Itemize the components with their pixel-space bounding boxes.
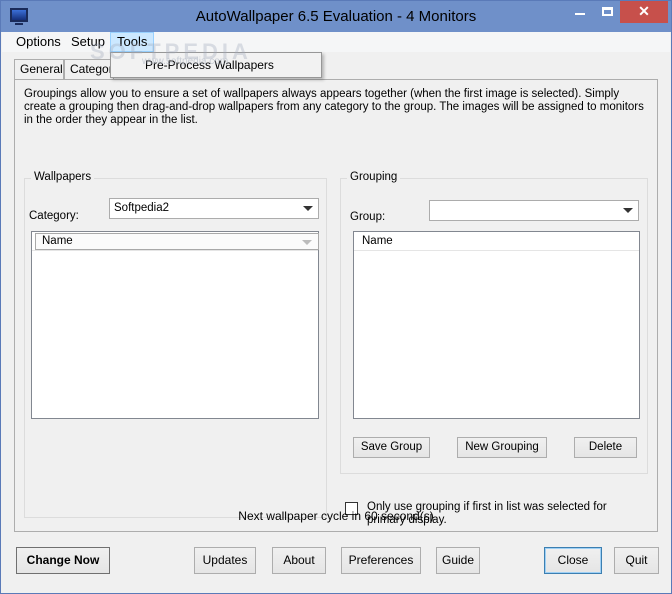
menu-item-pre-process-wallpapers[interactable]: Pre-Process Wallpapers	[145, 58, 274, 72]
wallpapers-name-column-label: Name	[42, 235, 73, 247]
guide-button[interactable]: Guide	[436, 547, 480, 574]
close-icon: ✕	[638, 3, 650, 19]
title-bar[interactable]: AutoWallpaper 6.5 Evaluation - 4 Monitor…	[1, 1, 671, 32]
client-area: Options Setup Tools Pre-Process Wallpape…	[2, 32, 670, 592]
grouping-description: Groupings allow you to ensure a set of w…	[24, 88, 644, 126]
updates-button[interactable]: Updates	[194, 547, 256, 574]
maximize-icon	[601, 7, 613, 16]
tab-category[interactable]: Category	[64, 59, 114, 79]
tab-general[interactable]: General	[14, 59, 64, 79]
menu-tools[interactable]: Tools	[110, 32, 155, 52]
category-select-value: Softpedia2	[114, 202, 169, 214]
menu-options[interactable]: Options	[10, 32, 67, 52]
grouping-legend: Grouping	[347, 171, 401, 183]
app-window: AutoWallpaper 6.5 Evaluation - 4 Monitor…	[0, 0, 672, 594]
chevron-down-icon	[623, 208, 633, 213]
tools-dropdown-menu: Pre-Process Wallpapers	[110, 52, 322, 78]
chevron-down-icon	[303, 206, 313, 211]
grouping-list[interactable]: Name	[353, 231, 640, 419]
grouping-list-header: Name	[354, 232, 639, 251]
change-now-button[interactable]: Change Now	[16, 547, 110, 574]
minimize-icon	[575, 13, 585, 15]
group-select[interactable]	[429, 200, 639, 221]
delete-group-button[interactable]: Delete	[574, 437, 637, 458]
category-label: Category:	[29, 210, 79, 222]
quit-button[interactable]: Quit	[614, 547, 659, 574]
wallpapers-legend: Wallpapers	[31, 171, 95, 183]
grouping-name-column[interactable]: Name	[355, 232, 639, 251]
next-cycle-status: Next wallpaper cycle in 60 second(s)	[238, 509, 434, 523]
grouping-groupbox: Grouping Group: Name Save Group New Grou…	[340, 171, 648, 474]
about-button[interactable]: About	[272, 547, 326, 574]
wallpapers-name-column[interactable]: Name	[35, 233, 319, 250]
close-window-button[interactable]: ✕	[620, 1, 668, 23]
wallpapers-list[interactable]: Name	[31, 231, 319, 419]
maximize-button[interactable]	[594, 1, 620, 23]
menu-bar: Options Setup Tools	[2, 32, 670, 52]
minimize-button[interactable]	[566, 1, 594, 23]
wallpapers-list-header: Name	[32, 232, 319, 251]
menu-setup[interactable]: Setup	[65, 32, 111, 52]
wallpapers-groupbox: Wallpapers Category: Softpedia2 Name	[24, 171, 327, 518]
category-select[interactable]: Softpedia2	[109, 198, 319, 219]
group-label: Group:	[350, 211, 386, 223]
save-group-button[interactable]: Save Group	[353, 437, 430, 458]
new-grouping-button[interactable]: New Grouping	[457, 437, 547, 458]
grouping-tab-panel: Groupings allow you to ensure a set of w…	[14, 79, 658, 532]
preferences-button[interactable]: Preferences	[341, 547, 421, 574]
close-button[interactable]: Close	[544, 547, 602, 574]
sort-arrow-icon	[302, 240, 312, 245]
